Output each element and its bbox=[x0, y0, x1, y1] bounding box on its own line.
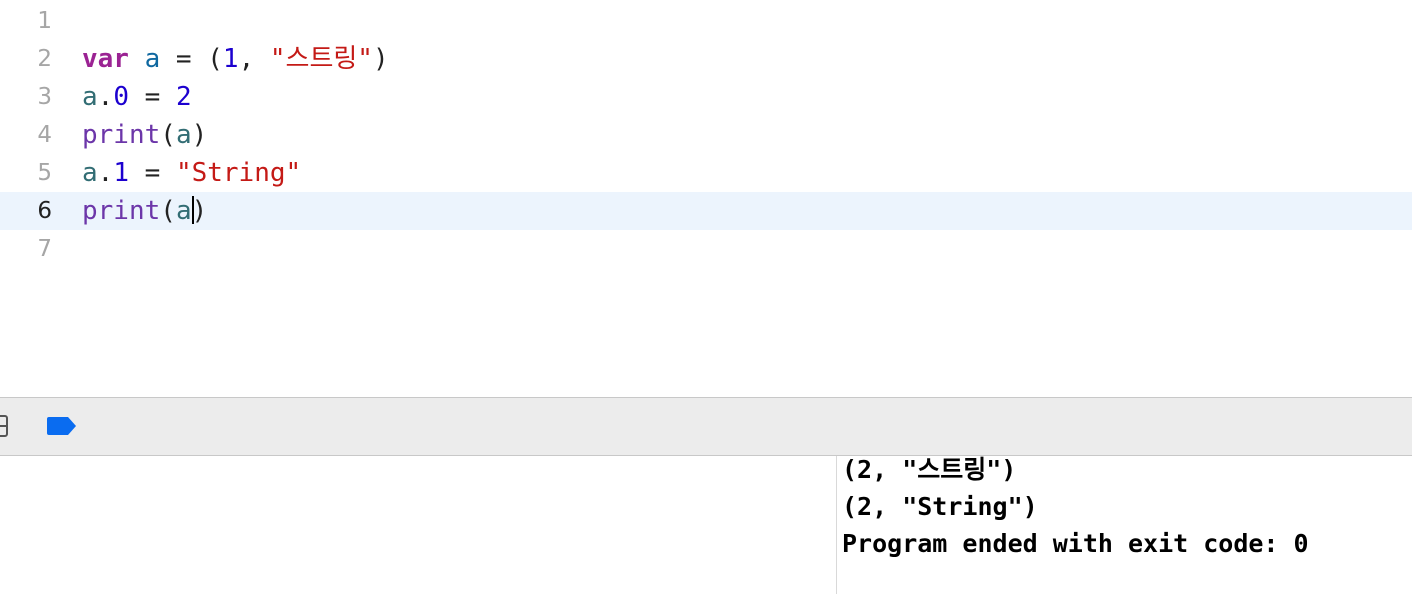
code-token-number: 1 bbox=[113, 158, 129, 188]
line-number: 6 bbox=[37, 198, 52, 224]
code-text: print(a) bbox=[82, 196, 207, 226]
code-text: var a = (1, "스트링") bbox=[82, 44, 389, 74]
code-line[interactable]: 3 a.0 = 2 bbox=[0, 78, 1412, 116]
code-token-plain: = ( bbox=[160, 44, 223, 74]
code-text: a.1 = "String" bbox=[82, 158, 301, 188]
line-number: 4 bbox=[37, 122, 52, 148]
console-line: Program ended with exit code: 0 bbox=[842, 529, 1309, 558]
line-number: 3 bbox=[37, 84, 52, 110]
breakpoint-icon[interactable] bbox=[47, 417, 76, 435]
line-number: 5 bbox=[37, 160, 52, 186]
debug-bar bbox=[0, 397, 1412, 456]
console-output[interactable]: (2, "스트링") (2, "String") Program ended w… bbox=[842, 455, 1402, 594]
code-token-func: print bbox=[82, 196, 161, 226]
code-text: print(a) bbox=[82, 120, 207, 150]
code-token-plain: ( bbox=[160, 196, 176, 226]
line-number: 7 bbox=[37, 236, 52, 262]
console-line: (2, "String") bbox=[842, 492, 1038, 521]
code-token-decl: a bbox=[144, 44, 161, 74]
code-token-string: "스트링" bbox=[269, 44, 373, 74]
code-token-plain: . bbox=[97, 82, 114, 112]
line-number: 2 bbox=[37, 46, 52, 72]
code-token-plain: ( bbox=[160, 120, 176, 150]
code-token-plain: . bbox=[97, 158, 114, 188]
code-token-plain: ) bbox=[191, 120, 208, 150]
code-token-ident: a bbox=[82, 158, 98, 188]
code-editor[interactable]: 1 2 var a = (1, "스트링") 3 a.0 = 2 4 print(a) 5 a.… bbox=[0, 0, 1412, 397]
code-token-plain: , bbox=[238, 44, 270, 74]
variables-view[interactable] bbox=[0, 456, 837, 594]
code-line[interactable]: 5 a.1 = "String" bbox=[0, 154, 1412, 192]
code-line[interactable]: 6 print(a) bbox=[0, 192, 1412, 230]
line-number: 1 bbox=[37, 8, 52, 34]
code-text: a.0 = 2 bbox=[82, 82, 192, 112]
sidebar-toggle-icon[interactable] bbox=[0, 415, 8, 437]
code-token-ident: a bbox=[175, 196, 192, 226]
code-token-number: 0 bbox=[113, 82, 129, 112]
code-token-plain: ) bbox=[191, 196, 208, 226]
code-line[interactable]: 2 var a = (1, "스트링") bbox=[0, 40, 1412, 78]
code-token-number: 2 bbox=[175, 82, 192, 112]
code-token-plain: ) bbox=[372, 44, 389, 74]
debug-area: (2, "스트링") (2, "String") Program ended w… bbox=[0, 455, 1412, 594]
code-token-number: 1 bbox=[222, 44, 239, 74]
code-line[interactable]: 1 bbox=[0, 2, 1412, 40]
code-line[interactable]: 4 print(a) bbox=[0, 116, 1412, 154]
code-token-plain: = bbox=[128, 158, 176, 188]
code-token-ident: a bbox=[175, 120, 192, 150]
console-line: (2, "스트링") bbox=[842, 455, 1017, 484]
code-token-ident: a bbox=[82, 82, 98, 112]
code-token-plain: = bbox=[128, 82, 176, 112]
code-token-string: "String" bbox=[175, 158, 302, 188]
code-token-func: print bbox=[82, 120, 161, 150]
code-line[interactable]: 7 bbox=[0, 230, 1412, 268]
code-token-keyword: var bbox=[82, 44, 129, 74]
